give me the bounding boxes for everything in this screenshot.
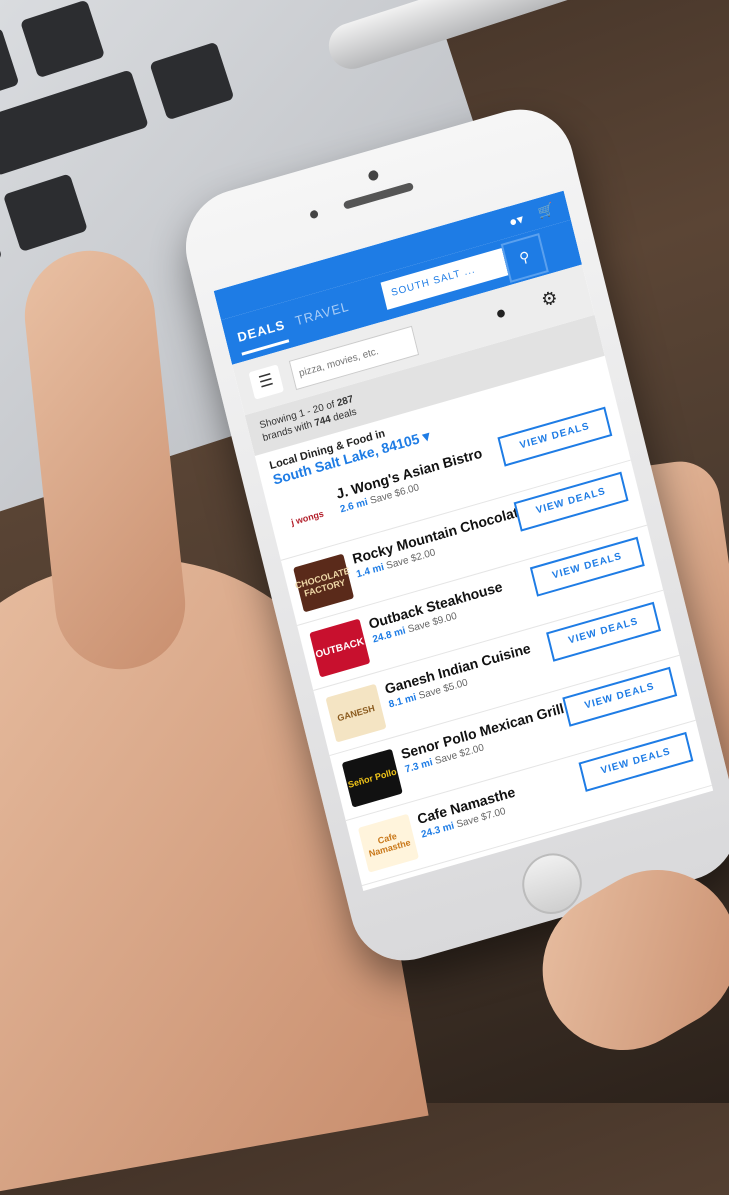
restaurant-logo: CHOCOLATE FACTORY (293, 553, 355, 613)
laptop-key (149, 41, 235, 121)
restaurant-logo: Cafe Namasthe (357, 813, 420, 873)
restaurant-logo: OUTBACK (309, 618, 371, 678)
restaurant-logo: GANESH (325, 683, 387, 743)
search-icon: ⚲ (517, 247, 532, 267)
cart-icon[interactable]: 🛒 (536, 201, 555, 221)
earpiece-speaker (342, 182, 415, 210)
laptop-key (20, 0, 106, 79)
restaurant-logo: j wongs (276, 488, 338, 548)
user-icon[interactable]: ●▾ (507, 211, 525, 231)
filter-icon[interactable]: ⚙ (539, 287, 560, 312)
restaurant-logo: Señor Pollo (341, 748, 403, 808)
proximity-sensor (309, 209, 319, 220)
front-camera (367, 169, 380, 182)
laptop-key (2, 173, 88, 253)
location-pin-icon[interactable]: ● (493, 301, 509, 324)
list-view-icon[interactable]: ☰ (248, 364, 285, 400)
laptop-key (0, 201, 3, 287)
tab-travel[interactable]: TRAVEL (294, 299, 351, 329)
laptop-key (0, 69, 149, 176)
